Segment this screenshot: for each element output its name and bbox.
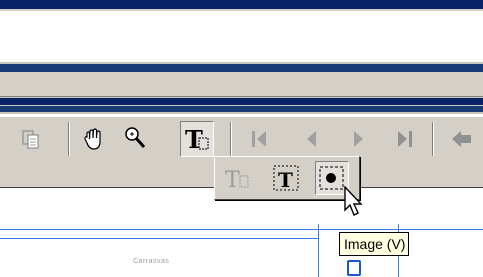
layout-guide-line [0, 229, 483, 230]
document-view [0, 188, 483, 277]
zoom-tool-icon [125, 127, 146, 148]
active-title-bar-lower [0, 106, 483, 112]
svg-text:T: T [225, 168, 240, 193]
document-text: Carrasvas [133, 258, 170, 265]
tooltip: Image (V) [339, 232, 409, 256]
text-select-tool-icon: T [185, 125, 209, 154]
layout-guide-line [318, 224, 319, 277]
next-page-button[interactable] [342, 121, 376, 157]
svg-text:T: T [185, 125, 203, 154]
toolbar-separator [68, 122, 70, 156]
paste-button[interactable] [14, 121, 48, 157]
window-title-bar [0, 0, 483, 9]
background-title-bar [0, 64, 483, 72]
zoom-tool-button[interactable] [118, 121, 152, 157]
last-page-button[interactable] [388, 121, 422, 157]
column-select-icon: T [273, 165, 299, 192]
hand-tool-icon [84, 128, 101, 150]
last-page-icon [398, 131, 412, 147]
first-page-icon [252, 131, 266, 147]
go-back-icon [452, 131, 471, 147]
toolbar-separator [230, 122, 232, 156]
text-select-flyout-button[interactable]: T [221, 161, 255, 195]
active-title-bar [0, 98, 483, 105]
toolbar-separator [432, 122, 434, 156]
go-back-button[interactable] [444, 121, 478, 157]
hand-tool-button[interactable] [78, 121, 112, 157]
text-select-tool-button[interactable]: T [180, 121, 214, 157]
layout-guide-line [0, 238, 318, 239]
document-graphic [347, 260, 361, 276]
window-border [0, 9, 483, 11]
previous-page-icon [307, 131, 316, 147]
text-select-icon: T [225, 168, 249, 193]
svg-text:T: T [278, 168, 293, 192]
column-select-flyout-button[interactable]: T [269, 161, 303, 195]
background-menu-bar [0, 72, 483, 97]
paste-icon [22, 130, 39, 149]
first-page-button[interactable] [246, 121, 280, 157]
next-page-icon [354, 131, 363, 147]
select-tools-flyout: T T [214, 156, 360, 200]
previous-page-button[interactable] [296, 121, 330, 157]
mouse-pointer-icon [344, 186, 363, 216]
